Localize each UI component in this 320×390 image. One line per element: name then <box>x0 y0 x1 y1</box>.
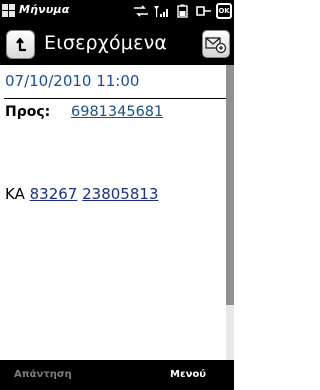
reply-softkey[interactable]: Απάντηση <box>14 369 72 380</box>
move-to-folder-button[interactable] <box>202 30 230 58</box>
to-label: Προς: <box>5 104 51 120</box>
message-content: 07/10/2010 11:00 Προς: 6981345681 KA 832… <box>0 65 226 360</box>
softkey-bar: Απάντηση Μενού <box>0 360 234 390</box>
status-bar: Μήνυμα OK <box>0 0 234 22</box>
status-app-title: Μήνυμα <box>19 3 70 16</box>
body-number-link-1[interactable]: 83267 <box>30 185 78 203</box>
message-timestamp: 07/10/2010 11:00 <box>5 72 140 90</box>
connection-icon <box>195 4 213 18</box>
back-button[interactable] <box>6 30 35 59</box>
message-body: KA 83267 23805813 <box>5 185 158 203</box>
body-number-link-2[interactable]: 23805813 <box>82 185 158 203</box>
message-body-prefix: KA <box>5 185 30 203</box>
move-to-folder-icon <box>205 37 227 54</box>
recipient-number-link[interactable]: 6981345681 <box>71 104 163 120</box>
ok-button[interactable]: OK <box>216 3 232 19</box>
back-arrow-icon <box>15 37 26 51</box>
page-title: Εισερχόμενα <box>44 32 168 54</box>
battery-icon <box>174 4 192 18</box>
windows-flag-icon[interactable] <box>2 4 15 17</box>
status-icons: OK <box>132 2 232 20</box>
divider <box>4 98 226 99</box>
data-transfer-icon <box>132 4 150 18</box>
signal-strength-icon <box>153 4 171 18</box>
scrollbar-thumb[interactable] <box>226 65 234 305</box>
menu-softkey[interactable]: Μενού <box>170 369 206 380</box>
title-bar: Εισερχόμενα <box>0 22 234 65</box>
